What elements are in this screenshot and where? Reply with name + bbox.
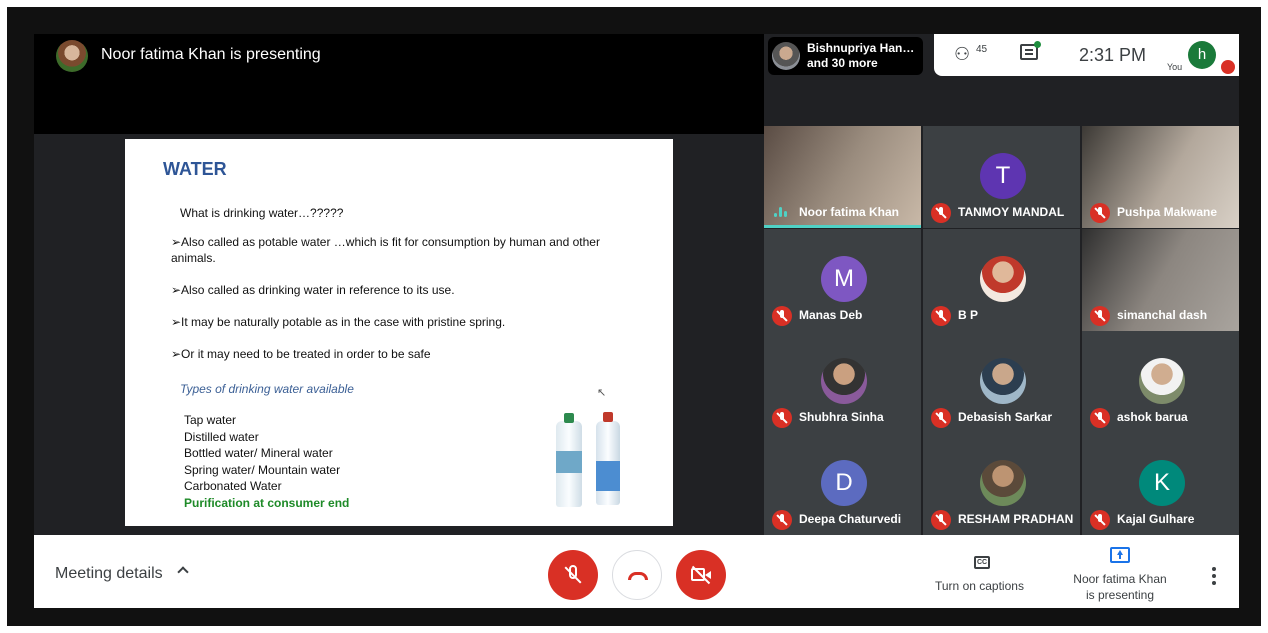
types-item: Spring water/ Mountain water bbox=[184, 462, 341, 477]
bottom-toolbar: Meeting details CC Turn on captions Noor… bbox=[34, 535, 1239, 608]
meeting-details-button[interactable]: Meeting details bbox=[55, 565, 163, 583]
participant-tile[interactable]: M Manas Deb bbox=[764, 229, 921, 331]
more-options-icon[interactable] bbox=[1212, 567, 1216, 588]
speaking-indicator-icon bbox=[774, 207, 790, 217]
pill-more: and 30 more bbox=[807, 56, 878, 70]
mouse-cursor-icon: ↖ bbox=[597, 387, 607, 399]
avatar bbox=[1139, 358, 1185, 404]
participant-name: Noor fatima Khan bbox=[799, 205, 900, 219]
avatar bbox=[980, 358, 1026, 404]
participant-tile[interactable]: simanchal dash bbox=[1082, 229, 1239, 331]
types-list: Tap water Distilled water Bottled water/… bbox=[184, 412, 349, 511]
participant-name: TANMOY MANDAL bbox=[958, 205, 1065, 219]
participant-name: RESHAM PRADHAN bbox=[958, 512, 1074, 526]
avatar bbox=[980, 460, 1026, 506]
muted-mic-icon bbox=[1090, 408, 1110, 428]
avatar: M bbox=[821, 256, 867, 302]
top-toolbar: ⚇ 45 2:31 PM You h bbox=[934, 34, 1239, 76]
you-label: You bbox=[1167, 62, 1183, 72]
types-title: Types of drinking water available bbox=[180, 382, 354, 396]
participant-tile[interactable]: K Kajal Gulhare bbox=[1082, 433, 1239, 535]
chevron-up-icon[interactable] bbox=[177, 566, 189, 578]
muted-mic-icon bbox=[1221, 60, 1235, 74]
muted-mic-icon bbox=[931, 306, 951, 326]
slide-bullet: ➢Also called as drinking water in refere… bbox=[171, 283, 455, 297]
muted-mic-icon bbox=[772, 408, 792, 428]
soda-bottle-image bbox=[596, 412, 620, 505]
self-avatar: h bbox=[1188, 41, 1216, 69]
chat-notification-dot bbox=[1034, 41, 1041, 48]
avatar: T bbox=[980, 153, 1026, 199]
types-item: Carbonated Water bbox=[184, 479, 282, 493]
participant-name: B P bbox=[958, 308, 979, 322]
slide-bullets: ➢Also called as potable water …which is … bbox=[171, 234, 641, 378]
present-screen-icon[interactable] bbox=[1110, 547, 1130, 563]
participant-name: Kajal Gulhare bbox=[1117, 512, 1195, 526]
presenter-title: Noor fatima Khan is presenting bbox=[101, 46, 321, 63]
participant-tile[interactable]: B P bbox=[923, 229, 1080, 331]
participant-name: Debasish Sarkar bbox=[958, 410, 1053, 424]
participant-tile[interactable]: D Deepa Chaturvedi bbox=[764, 433, 921, 535]
participants-pill[interactable]: Bishnupriya Han… and 30 more bbox=[768, 37, 923, 75]
participant-tile[interactable]: ashok barua bbox=[1082, 331, 1239, 433]
avatar bbox=[772, 42, 800, 70]
muted-mic-icon bbox=[1090, 510, 1110, 530]
clock: 2:31 PM bbox=[1079, 45, 1147, 65]
slide-bullet: ➢It may be naturally potable as in the c… bbox=[171, 315, 506, 329]
muted-mic-icon bbox=[1090, 306, 1110, 326]
active-speaker-bar bbox=[764, 225, 921, 228]
participant-tile[interactable]: Debasish Sarkar bbox=[923, 331, 1080, 433]
microphone-toggle-button[interactable] bbox=[548, 550, 598, 600]
avatar: K bbox=[1139, 460, 1185, 506]
types-item: Distilled water bbox=[184, 429, 259, 444]
avatar: D bbox=[821, 460, 867, 506]
slide-heading: WATER bbox=[163, 159, 227, 179]
participant-name: simanchal dash bbox=[1117, 308, 1208, 322]
participant-name: Manas Deb bbox=[799, 308, 863, 322]
muted-mic-icon bbox=[772, 306, 792, 326]
slide-question: What is drinking water…????? bbox=[180, 206, 344, 220]
participant-name: Shubhra Sinha bbox=[799, 410, 884, 424]
presenting-button[interactable]: Noor fatima Khan is presenting bbox=[1070, 571, 1170, 603]
muted-mic-icon bbox=[931, 408, 951, 428]
participant-tile[interactable]: T TANMOY MANDAL bbox=[923, 126, 1080, 228]
muted-mic-icon bbox=[931, 510, 951, 530]
participant-tile[interactable]: Noor fatima Khan bbox=[764, 126, 921, 228]
muted-mic-icon bbox=[772, 510, 792, 530]
types-item: Bottled water/ Mineral water bbox=[184, 446, 333, 460]
avatar bbox=[980, 256, 1026, 302]
participant-name: ashok barua bbox=[1117, 410, 1188, 424]
participant-tile[interactable]: RESHAM PRADHAN bbox=[923, 433, 1080, 535]
types-highlight: Purification at consumer end bbox=[184, 495, 350, 510]
people-count: 45 bbox=[976, 44, 988, 55]
participant-name: Pushpa Makwane bbox=[1117, 205, 1218, 219]
avatar bbox=[821, 358, 867, 404]
participant-tile[interactable]: Pushpa Makwane bbox=[1082, 126, 1239, 228]
muted-mic-icon bbox=[1090, 203, 1110, 223]
captions-button[interactable]: Turn on captions bbox=[935, 579, 1024, 593]
camera-toggle-button[interactable] bbox=[676, 550, 726, 600]
pill-name: Bishnupriya Han… bbox=[807, 41, 915, 55]
water-bottle-image bbox=[556, 413, 582, 507]
presentation-slide: WATER What is drinking water…????? ➢Also… bbox=[125, 139, 673, 526]
presenter-avatar bbox=[56, 40, 88, 72]
muted-mic-icon bbox=[931, 203, 951, 223]
types-item: Tap water bbox=[184, 413, 237, 427]
participant-tile[interactable]: Shubhra Sinha bbox=[764, 331, 921, 433]
captions-icon[interactable]: CC bbox=[974, 556, 990, 569]
presenter-header: Noor fatima Khan is presenting bbox=[34, 34, 764, 134]
people-icon[interactable]: ⚇ bbox=[954, 44, 970, 65]
slide-bullet: ➢Or it may need to be treated in order t… bbox=[171, 347, 431, 361]
leave-call-button[interactable] bbox=[612, 550, 662, 600]
slide-bullet: ➢Also called as potable water …which is … bbox=[171, 235, 600, 265]
participant-name: Deepa Chaturvedi bbox=[799, 512, 902, 526]
